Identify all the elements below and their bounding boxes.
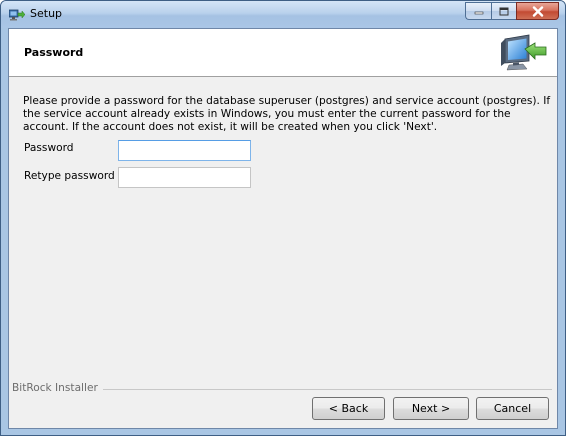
retype-password-label: Retype password	[24, 170, 115, 182]
next-button[interactable]: Next >	[393, 397, 469, 420]
installer-brand-label: BitRock Installer	[12, 382, 103, 394]
minimize-button[interactable]	[465, 2, 491, 20]
maximize-button[interactable]	[491, 2, 516, 20]
wizard-header: Password	[9, 29, 557, 77]
close-icon	[532, 5, 543, 17]
password-label: Password	[24, 142, 74, 154]
setup-window: Setup Password Please provide a password…	[0, 0, 566, 436]
title-bar[interactable]: Setup	[1, 1, 565, 28]
instructions-text: Please provide a password for the databa…	[23, 95, 551, 133]
password-field[interactable]	[118, 140, 251, 161]
retype-password-field[interactable]	[118, 167, 251, 188]
computer-arrow-icon	[499, 33, 549, 75]
cancel-button[interactable]: Cancel	[476, 397, 549, 420]
back-button[interactable]: < Back	[312, 397, 385, 420]
setup-app-icon	[8, 7, 26, 21]
caption-buttons	[465, 2, 559, 20]
close-button[interactable]	[516, 2, 559, 20]
minimize-icon	[474, 11, 483, 15]
window-title: Setup	[30, 7, 63, 20]
page-title: Password	[24, 46, 84, 59]
wizard-client-area: Password Please provide a password for t…	[8, 28, 558, 429]
maximize-icon	[499, 7, 509, 15]
